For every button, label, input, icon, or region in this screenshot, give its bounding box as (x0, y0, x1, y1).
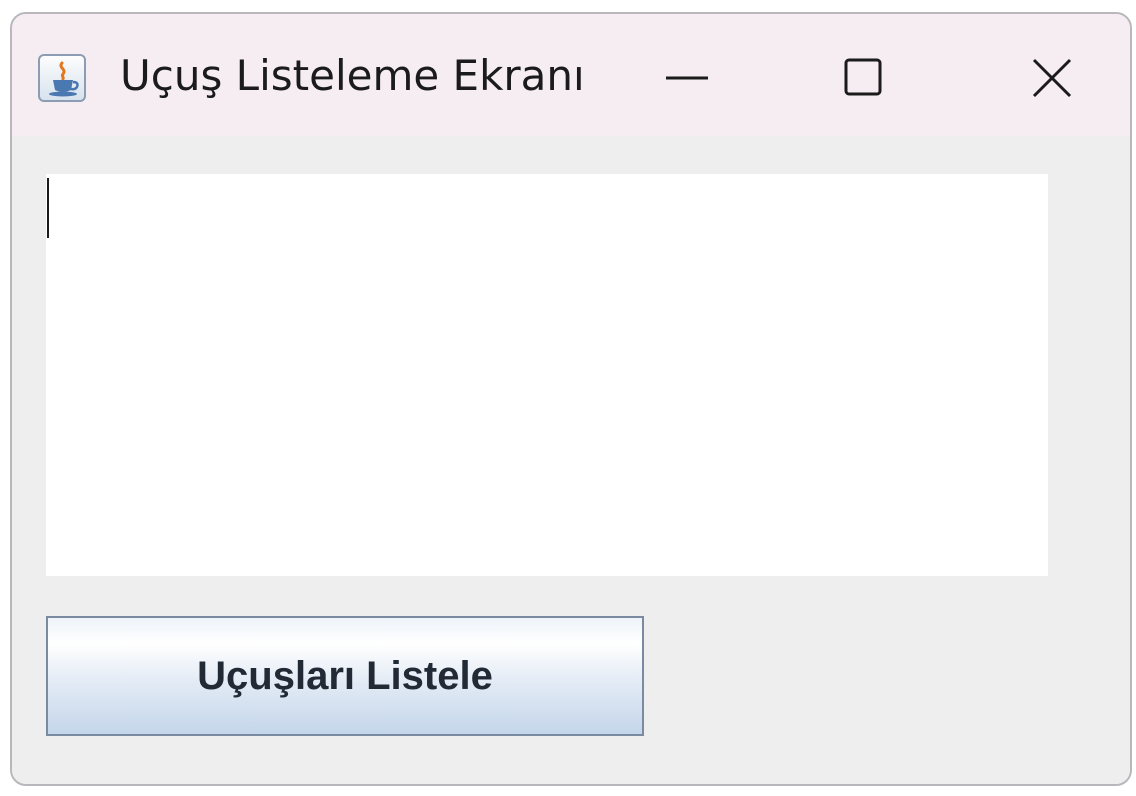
close-button[interactable] (1020, 48, 1084, 108)
text-caret (47, 178, 49, 238)
maximize-button[interactable] (832, 48, 896, 108)
content-panel: Uçuşları Listele (12, 136, 1130, 784)
maximize-icon (844, 58, 882, 96)
app-window: Uçuş Listeleme Ekranı Uçuşları Listele (10, 12, 1132, 786)
title-bar[interactable]: Uçuş Listeleme Ekranı (12, 14, 1130, 136)
minimize-icon (666, 76, 708, 80)
java-coffee-cup-icon[interactable] (38, 54, 86, 102)
minimize-button[interactable] (656, 48, 720, 108)
list-flights-button[interactable]: Uçuşları Listele (46, 616, 644, 736)
window-title: Uçuş Listeleme Ekranı (120, 51, 585, 100)
close-icon (1032, 58, 1072, 98)
flights-text-area[interactable] (46, 174, 1048, 576)
